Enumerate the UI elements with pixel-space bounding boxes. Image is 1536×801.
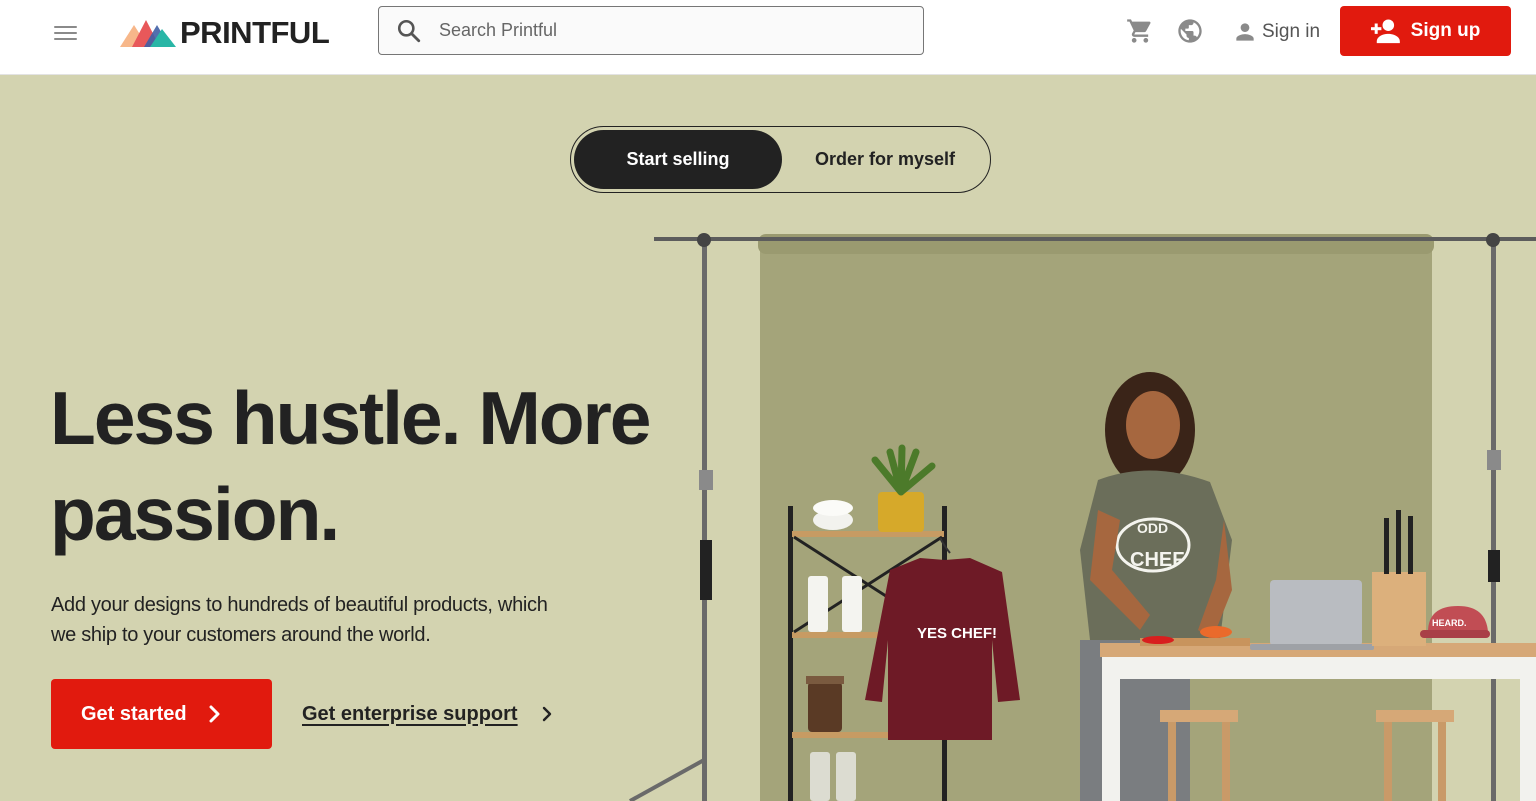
search-box[interactable] bbox=[378, 6, 924, 55]
search-input[interactable] bbox=[439, 20, 899, 41]
hero-product-image: YES CHEF! ODD CHEF HEARD. bbox=[629, 233, 1536, 801]
hamburger-menu-icon[interactable] bbox=[50, 18, 82, 46]
enterprise-support-label: Get enterprise support bbox=[302, 702, 518, 725]
search-icon bbox=[379, 7, 439, 54]
headline-line-1: Less hustle. More bbox=[50, 376, 652, 460]
cap-print-text: HEARD. bbox=[1432, 618, 1467, 628]
sweatshirt-print-text: YES CHEF! bbox=[917, 625, 997, 642]
printful-logo[interactable]: PRINTFUL bbox=[120, 14, 330, 50]
chevron-right-icon bbox=[542, 706, 552, 722]
get-started-button[interactable]: Get started bbox=[51, 679, 272, 749]
sign-in-link[interactable]: Sign in bbox=[1232, 17, 1320, 47]
add-user-icon bbox=[1370, 19, 1400, 44]
brand-name: PRINTFUL bbox=[180, 14, 330, 50]
user-icon bbox=[1236, 23, 1254, 41]
enterprise-support-link[interactable]: Get enterprise support bbox=[302, 698, 552, 730]
tshirt-print-text-2: CHEF bbox=[1130, 549, 1184, 571]
tshirt-print-text-1: ODD bbox=[1137, 520, 1168, 536]
chevron-right-icon bbox=[209, 705, 221, 723]
audience-toggle: Start selling Order for myself bbox=[570, 126, 991, 193]
sign-up-label: Sign up bbox=[1410, 20, 1481, 41]
hero-headline: Less hustle. More passion. bbox=[50, 370, 690, 562]
cart-icon[interactable] bbox=[1125, 16, 1155, 46]
headline-line-2: passion. bbox=[50, 472, 340, 556]
sign-in-label: Sign in bbox=[1262, 21, 1321, 42]
tab-start-selling[interactable]: Start selling bbox=[574, 130, 782, 189]
tab-order-for-myself[interactable]: Order for myself bbox=[782, 130, 988, 189]
logo-mark-icon bbox=[120, 20, 176, 47]
sign-up-button[interactable]: Sign up bbox=[1340, 6, 1511, 56]
get-started-label: Get started bbox=[81, 702, 187, 725]
top-navigation-bar: PRINTFUL Sign in Sign bbox=[0, 0, 1536, 75]
hero-subtext: Add your designs to hundreds of beautifu… bbox=[51, 594, 548, 646]
globe-icon[interactable] bbox=[1175, 16, 1205, 46]
